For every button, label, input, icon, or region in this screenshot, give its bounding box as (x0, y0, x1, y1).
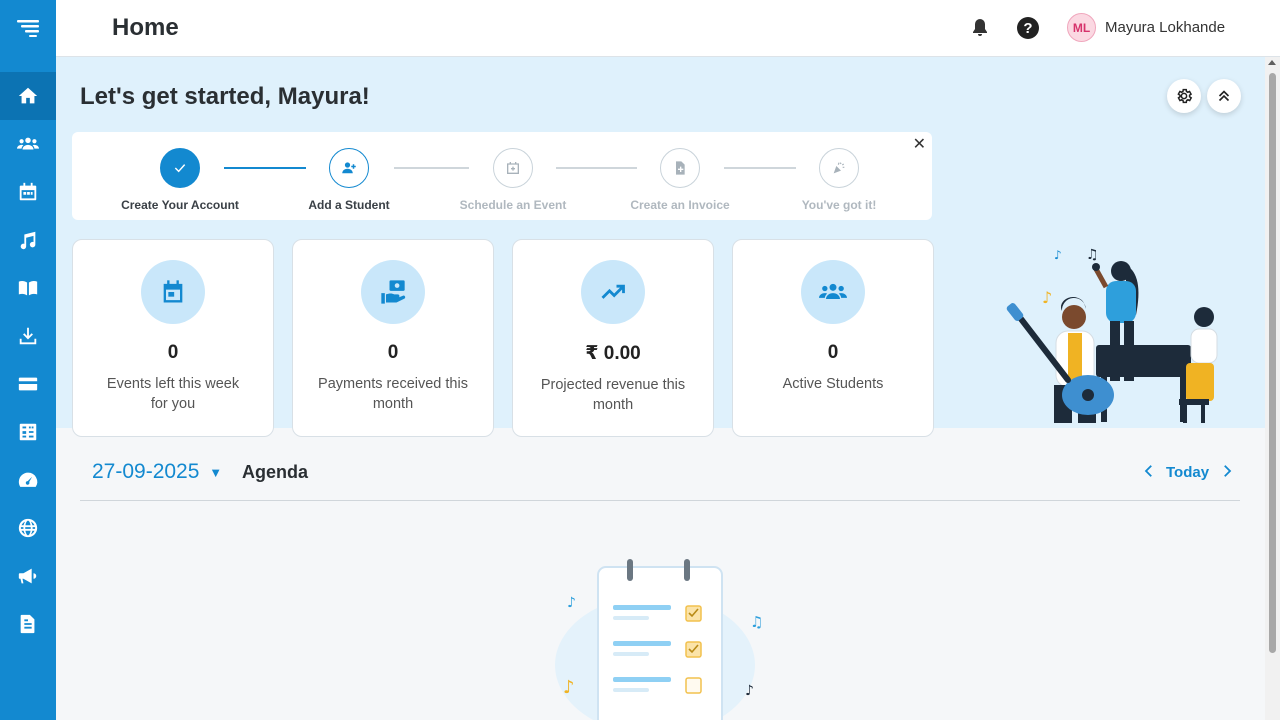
svg-text:♪: ♪ (1042, 288, 1052, 307)
stat-value: 0 (167, 342, 179, 363)
step-label: Create Your Account (121, 198, 239, 212)
sidebar-item-marketing[interactable] (0, 552, 56, 600)
home-icon (18, 87, 38, 104)
globe-icon (18, 518, 38, 538)
double-chevron-up-icon (1218, 90, 1230, 102)
notifications-bell-icon[interactable] (968, 16, 992, 40)
stat-value: ₹ 0.00 (585, 343, 641, 364)
book-open-icon (18, 280, 38, 296)
party-popper-icon (819, 148, 859, 188)
stat-label: Events left this week for you (106, 376, 240, 412)
scroll-up-arrow-icon[interactable] (1268, 60, 1276, 65)
step-create-account[interactable]: Create Your Account (110, 148, 250, 212)
sidebar (0, 0, 56, 720)
sidebar-item-website[interactable] (0, 504, 56, 552)
sidebar-item-accounting[interactable] (0, 408, 56, 456)
sidebar-item-calendar[interactable] (0, 168, 56, 216)
sidebar-item-reports[interactable] (0, 456, 56, 504)
agenda-toolbar: 27-09-2025 ▼ Agenda Today (80, 446, 1240, 501)
stat-card-events[interactable]: 0 Events left this week for you (72, 239, 274, 437)
step-create-invoice[interactable]: Create an Invoice (610, 148, 750, 212)
calendar-icon (19, 182, 37, 201)
calendar-icon (141, 260, 205, 324)
user-name[interactable]: Mayura Lokhande (1105, 19, 1225, 36)
step-done[interactable]: You've got it! (769, 148, 909, 212)
svg-text:♪: ♪ (1054, 248, 1062, 262)
vertical-scrollbar[interactable] (1265, 57, 1280, 720)
music-note-icon (20, 231, 36, 250)
help-question-icon[interactable]: ? (1016, 16, 1040, 40)
calendar-plus-icon (493, 148, 533, 188)
stat-value: 0 (827, 342, 839, 363)
agenda-date: 27-09-2025 (92, 460, 200, 483)
stat-card-payments[interactable]: 0 Payments received this month (292, 239, 494, 437)
stat-label: Active Students (782, 376, 884, 392)
onboarding-steps: Create Your Account Add a Student Schedu… (72, 132, 932, 220)
step-schedule-event[interactable]: Schedule an Event (443, 148, 583, 212)
check-icon (160, 148, 200, 188)
invoice-plus-icon (660, 148, 700, 188)
calculator-icon (19, 423, 37, 441)
top-header: Home ? ML Mayura Lokhande (56, 0, 1280, 57)
musicians-illustration: ♫ ♪ ♪ (1006, 247, 1218, 423)
stat-label: Payments received this month (318, 376, 468, 412)
agenda-label: Agenda (242, 462, 309, 482)
today-button[interactable]: Today (1166, 464, 1209, 481)
gear-icon (1177, 88, 1193, 104)
credit-card-icon (18, 377, 38, 391)
students-icon (17, 137, 39, 150)
agenda-date-selector[interactable]: 27-09-2025 ▼ (92, 460, 222, 484)
students-icon (801, 260, 865, 324)
dashboard-settings-button[interactable] (1167, 79, 1201, 113)
empty-agenda-illustration: ♪ ♫ ♪ ♪ (555, 559, 763, 720)
svg-text:♪: ♪ (563, 677, 575, 698)
step-label: Add a Student (308, 198, 390, 212)
svg-text:♪: ♪ (745, 683, 754, 699)
add-user-icon (329, 148, 369, 188)
svg-text:♫: ♫ (1086, 247, 1099, 263)
svg-text:?: ? (1023, 20, 1032, 37)
dashboard-gauge-icon (18, 472, 38, 487)
sidebar-item-billing[interactable] (0, 360, 56, 408)
next-day-button[interactable] (1218, 462, 1236, 486)
caret-down-icon: ▼ (209, 464, 223, 480)
stat-value: 0 (387, 342, 399, 363)
hero-section: Let's get started, Mayura! Create Your A… (56, 57, 1265, 437)
previous-day-button[interactable] (1140, 462, 1158, 486)
sidebar-item-downloads[interactable] (0, 312, 56, 360)
sidebar-item-home[interactable] (0, 72, 56, 120)
step-add-student[interactable]: Add a Student (279, 148, 419, 212)
cash-hand-icon (361, 260, 425, 324)
step-label: Create an Invoice (630, 198, 730, 212)
app-logo-icon[interactable] (0, 0, 56, 56)
page-title: Home (112, 14, 179, 41)
svg-text:♪: ♪ (567, 595, 576, 611)
sidebar-item-library[interactable] (0, 264, 56, 312)
stat-label: Projected revenue this month (540, 377, 686, 413)
sidebar-item-students[interactable] (0, 120, 56, 168)
greeting-heading: Let's get started, Mayura! (80, 83, 370, 110)
stat-card-students[interactable]: 0 Active Students (732, 239, 934, 437)
sidebar-item-music[interactable] (0, 216, 56, 264)
avatar[interactable]: ML (1067, 13, 1096, 42)
step-label: Schedule an Event (459, 198, 567, 212)
collapse-hero-button[interactable] (1207, 79, 1241, 113)
megaphone-icon (18, 568, 37, 584)
document-icon (20, 614, 35, 634)
sidebar-item-documents[interactable] (0, 600, 56, 648)
scroll-thumb[interactable] (1269, 73, 1276, 653)
step-label: You've got it! (801, 198, 877, 212)
close-onboarding-button[interactable]: ✕ (913, 134, 926, 154)
trend-up-icon (581, 260, 645, 324)
stat-card-revenue[interactable]: ₹ 0.00 Projected revenue this month (512, 239, 714, 437)
svg-text:♫: ♫ (750, 613, 763, 631)
chevron-right-icon (1224, 465, 1232, 477)
download-icon (19, 327, 37, 345)
chevron-left-icon (1144, 465, 1152, 477)
